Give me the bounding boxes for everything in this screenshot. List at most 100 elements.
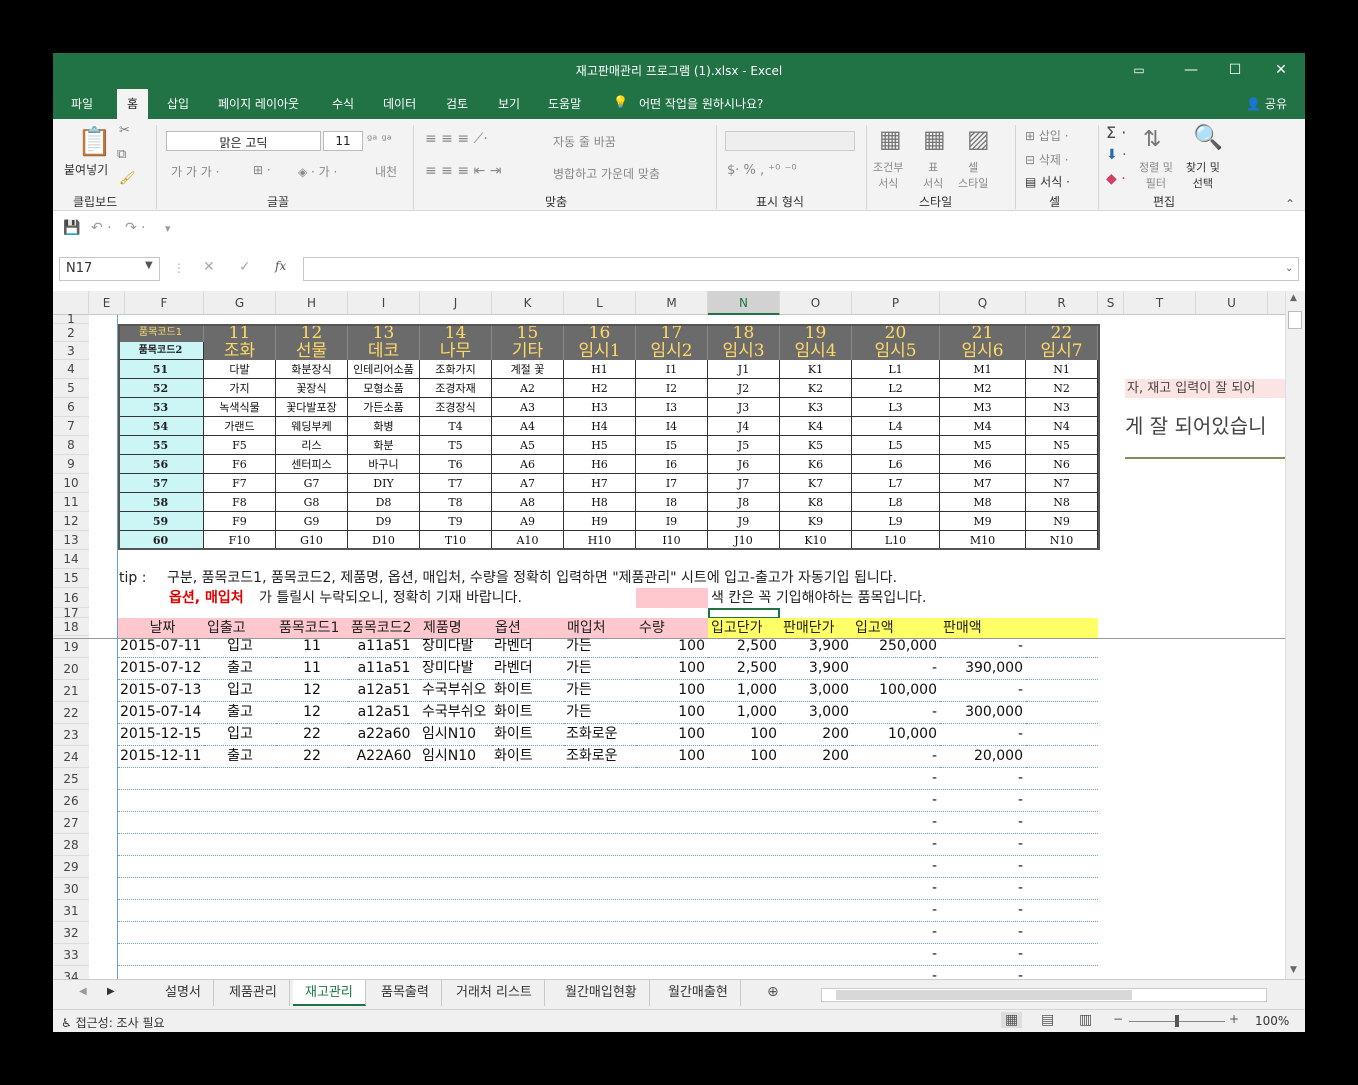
data-cell[interactable]: 11 [276,658,348,680]
column-header-p[interactable]: P [852,291,940,315]
normal-view-icon[interactable]: ▦ [1001,1012,1023,1028]
code-table-cell[interactable]: J9 [708,512,780,531]
code-table-cell[interactable]: J4 [708,417,780,436]
paste-icon[interactable]: 📋 [77,125,112,158]
data-cell[interactable]: 100 [708,724,780,746]
code-table-cell[interactable]: 조경장식 [420,398,492,417]
data-cell[interactable]: 100 [636,702,708,724]
row-header-9[interactable]: 9 [53,455,89,474]
data-cell[interactable]: 22 [276,746,348,768]
scroll-down-icon[interactable]: ▼ [1290,965,1297,975]
row-header-28[interactable]: 28 [53,834,89,856]
tab-review[interactable]: 검토 [446,95,468,112]
data-cell[interactable]: 조화로운 [564,724,636,746]
code2-cell[interactable]: 54 [118,417,204,436]
data-cell[interactable]: 250,000 [852,636,940,658]
empty-incoming-amount[interactable]: - [852,966,940,979]
data-cell[interactable]: 3,900 [780,636,852,658]
code-table-cell[interactable]: N4 [1026,417,1098,436]
code-table-cell[interactable]: 화분 [348,436,420,455]
code-table-cell[interactable]: K5 [780,436,852,455]
horizontal-scrollbar[interactable] [821,988,1267,1002]
data-cell[interactable]: 출고 [204,746,276,768]
data-cell[interactable]: a12a51 [348,702,420,724]
column-header-h[interactable]: H [276,291,348,315]
data-cell[interactable]: 화이트 [492,680,564,702]
row-header-29[interactable]: 29 [53,856,89,878]
data-cell[interactable]: 1,000 [708,702,780,724]
row-header-2[interactable]: 2 [53,324,89,342]
code-table-cell[interactable]: F8 [204,493,276,512]
code-table-cell[interactable]: A6 [492,455,564,474]
data-cell[interactable]: 출고 [204,702,276,724]
data-cell[interactable]: 100 [636,658,708,680]
wrap-text-button[interactable]: 자동 줄 바꿈 [553,133,616,150]
code-table-cell[interactable]: I2 [636,379,708,398]
empty-sales-amount[interactable]: - [940,922,1026,944]
code2-cell[interactable]: 58 [118,493,204,512]
code-table-cell[interactable]: G10 [276,531,348,550]
code-table-cell[interactable]: I7 [636,474,708,493]
data-cell[interactable]: 2,500 [708,636,780,658]
code-table-cell[interactable]: K8 [780,493,852,512]
column-header-r[interactable]: R [1026,291,1098,315]
data-cell[interactable]: a11a51 [348,636,420,658]
zoom-in-icon[interactable]: + [1229,1012,1239,1026]
code-table-cell[interactable]: I3 [636,398,708,417]
code-table-cell[interactable]: A5 [492,436,564,455]
data-cell[interactable]: 장미다발 [420,636,492,658]
data-cell[interactable]: - [852,702,940,724]
code2-cell[interactable]: 57 [118,474,204,493]
tell-me-box[interactable]: 어떤 작업을 원하시나요? [639,95,763,112]
sheet-tab[interactable]: 제품관리 [217,980,290,1006]
data-cell[interactable]: 100 [708,746,780,768]
code-table-cell[interactable]: D8 [348,493,420,512]
code-table-cell[interactable]: T4 [420,417,492,436]
h-scroll-thumb[interactable] [836,990,1132,1000]
data-cell[interactable]: 화이트 [492,702,564,724]
empty-incoming-amount[interactable]: - [852,834,940,856]
align-left-icons[interactable]: ≡ ≡ ≡ ⇤ ⇥ [425,163,501,179]
code2-cell[interactable]: 53 [118,398,204,417]
code-table-cell[interactable]: I10 [636,531,708,550]
code-table-cell[interactable]: T10 [420,531,492,550]
sheet-tab[interactable]: 월간매입현황 [553,980,650,1006]
data-cell[interactable]: - [852,746,940,768]
delete-cells-button[interactable]: ⊟ 삭제 · [1025,151,1069,168]
code-table-cell[interactable]: L3 [852,398,940,417]
data-cell[interactable]: 수국부쉬오 [420,680,492,702]
tab-file[interactable]: 파일 [71,95,93,112]
code-table-cell[interactable]: T8 [420,493,492,512]
row-header-16[interactable]: 16 [53,588,89,608]
row-header-10[interactable]: 10 [53,474,89,493]
collapse-ribbon-icon[interactable]: ⌃ [1285,197,1295,211]
code-table-cell[interactable]: 가든소품 [348,398,420,417]
data-cell[interactable]: 임시N10 [420,724,492,746]
code-table-cell[interactable]: L7 [852,474,940,493]
tab-help[interactable]: 도움말 [548,95,581,112]
code-table-cell[interactable]: J10 [708,531,780,550]
add-sheet-icon[interactable]: ⊕ [767,984,779,1000]
empty-incoming-amount[interactable]: - [852,922,940,944]
zoom-out-icon[interactable]: − [1113,1012,1123,1026]
data-cell[interactable]: 라벤더 [492,658,564,680]
data-cell[interactable]: 수국부쉬오 [420,702,492,724]
row-header-27[interactable]: 27 [53,812,89,834]
fill-color-icon[interactable]: ◈ · 가 · [298,163,337,180]
data-cell[interactable]: a12a51 [348,680,420,702]
code-table-cell[interactable]: K9 [780,512,852,531]
code-table-cell[interactable]: T9 [420,512,492,531]
code-table-cell[interactable]: 인테리어소품 [348,360,420,379]
undo-icon[interactable]: ↶ · [91,220,112,236]
empty-incoming-amount[interactable]: - [852,900,940,922]
data-header-cell[interactable]: 날짜 [118,618,204,638]
enter-icon[interactable]: ✓ [239,259,251,275]
phonetic-icon[interactable]: 내천 [375,163,397,180]
close-button[interactable]: ✕ [1270,59,1292,81]
sheet-tab[interactable]: 설명서 [153,980,214,1006]
code-table-cell[interactable]: I1 [636,360,708,379]
empty-incoming-amount[interactable]: - [852,812,940,834]
code-table-cell[interactable]: M2 [940,379,1026,398]
data-cell[interactable]: A22A60 [348,746,420,768]
data-cell[interactable]: 입고 [204,636,276,658]
